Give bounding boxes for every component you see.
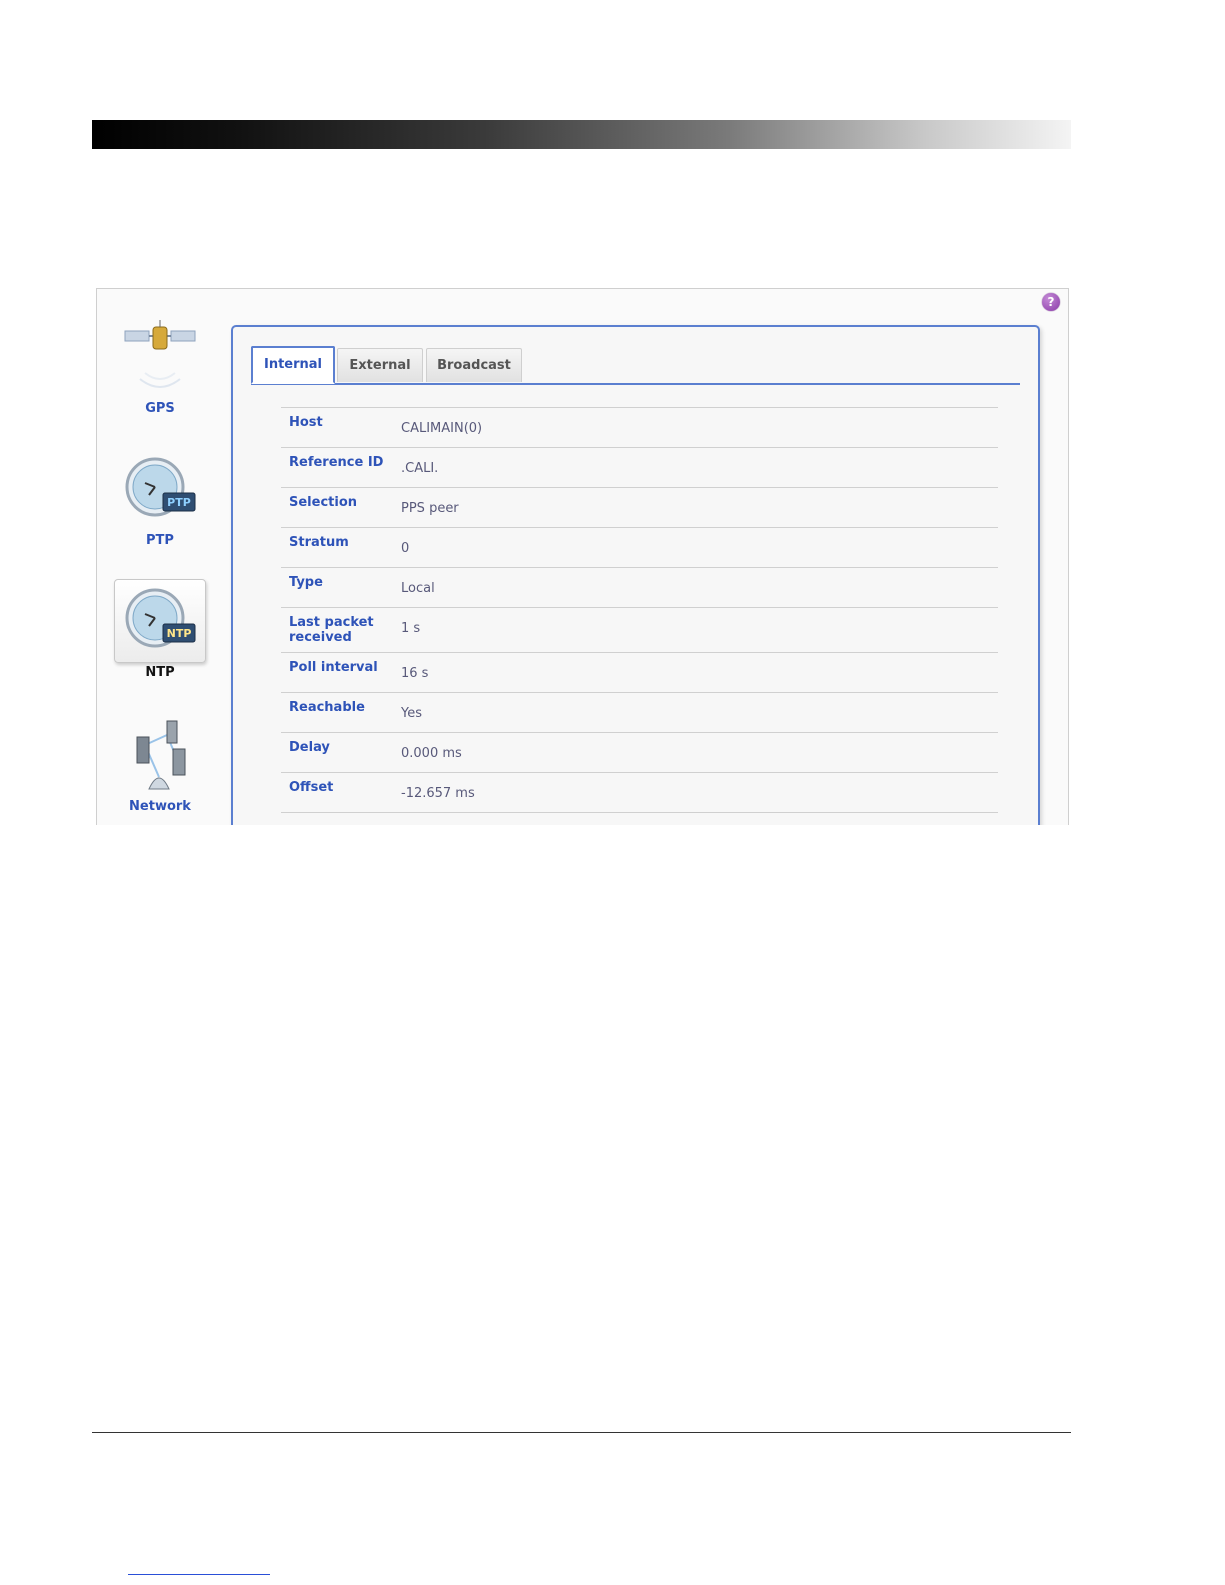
sidebar-item-label: Network: [129, 799, 191, 814]
sidebar-item-label: NTP: [145, 665, 175, 680]
row-label: Stratum: [289, 535, 349, 550]
table-row: Reference ID .CALI.: [281, 447, 998, 487]
row-value: 1 s: [401, 621, 421, 636]
sidebar-nav: GPS PTP PTP NTP NTP Network: [97, 289, 227, 825]
tab-bar: Internal External Broadcast: [251, 346, 1020, 385]
tab-internal[interactable]: Internal: [251, 346, 335, 384]
footer-link-underline: [128, 1574, 270, 1575]
row-value: 0.000 ms: [401, 746, 462, 761]
sidebar-item-ptp[interactable]: PTP PTP: [113, 449, 207, 548]
svg-text:NTP: NTP: [167, 627, 192, 640]
row-label: Delay: [289, 740, 330, 755]
sidebar-item-gps[interactable]: GPS: [113, 317, 207, 416]
row-label: Last packet received: [289, 615, 374, 645]
table-row: Reachable Yes: [281, 692, 998, 732]
tab-external[interactable]: External: [337, 348, 423, 382]
row-label: Poll interval: [289, 660, 378, 675]
table-row: Last packet received 1 s: [281, 607, 998, 652]
row-value: -12.657 ms: [401, 786, 475, 801]
tab-broadcast[interactable]: Broadcast: [426, 348, 522, 382]
help-icon[interactable]: ?: [1042, 293, 1060, 311]
table-row: Offset -12.657 ms: [281, 772, 998, 812]
header-gradient-bar: [92, 120, 1071, 149]
table-row-divider: [281, 812, 998, 823]
row-value: 0: [401, 541, 410, 556]
row-label: Host: [289, 415, 323, 430]
row-value: Local: [401, 581, 435, 596]
table-row: Type Local: [281, 567, 998, 607]
sidebar-item-label: PTP: [146, 533, 174, 548]
row-label: Offset: [289, 780, 334, 795]
svg-text:PTP: PTP: [167, 496, 191, 509]
table-row: Stratum 0: [281, 527, 998, 567]
row-value: .CALI.: [401, 461, 439, 476]
ntp-status-panel: Internal External Broadcast Host CALIMAI…: [231, 325, 1040, 825]
ptp-clock-icon: PTP: [115, 449, 205, 531]
row-label: Selection: [289, 495, 358, 510]
table-row: Host CALIMAIN(0): [281, 407, 998, 447]
row-label: Reachable: [289, 700, 365, 715]
app-window: ? GPS PTP PTP NTP NTP Network Internal E…: [96, 288, 1069, 825]
table-row: Poll interval 16 s: [281, 652, 998, 692]
row-value: CALIMAIN(0): [401, 421, 483, 436]
sidebar-item-label: GPS: [145, 401, 175, 416]
sidebar-item-ntp[interactable]: NTP NTP: [113, 579, 207, 680]
table-row: Delay 0.000 ms: [281, 732, 998, 772]
network-servers-icon: [115, 715, 205, 797]
ntp-clock-icon: NTP: [114, 579, 206, 663]
row-value: 16 s: [401, 666, 429, 681]
table-row: Selection PPS peer: [281, 487, 998, 527]
sidebar-item-network[interactable]: Network: [113, 715, 207, 814]
row-value: Yes: [401, 706, 422, 721]
satellite-icon: [115, 317, 205, 399]
footer-divider: [92, 1432, 1071, 1433]
row-value: PPS peer: [401, 501, 459, 516]
row-label: Type: [289, 575, 323, 590]
ntp-details-table: Host CALIMAIN(0) Reference ID .CALI. Sel…: [281, 407, 998, 823]
row-label: Reference ID: [289, 455, 384, 470]
